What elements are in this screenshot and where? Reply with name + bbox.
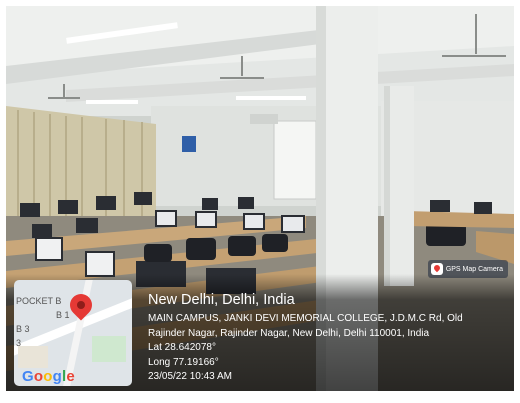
google-letter: G: [22, 368, 34, 385]
map-label-b3: B 3: [16, 324, 30, 334]
map-label-3: 3: [16, 338, 22, 348]
location-text: New Delhi, Delhi, India MAIN CAMPUS, JAN…: [148, 292, 508, 385]
map-thumbnail: POCKET B B 1 B 3 3 Google: [14, 280, 132, 386]
photo-frame: GPS Map Camera POCKET B B 1 B 3 3 Google…: [6, 6, 514, 391]
gps-map-camera-label: GPS Map Camera: [445, 265, 503, 273]
google-letter: e: [66, 368, 75, 385]
map-label-b1: B 1: [56, 310, 70, 320]
map-label-pocket: POCKET B: [16, 296, 62, 306]
google-logo: Google: [22, 368, 75, 385]
datetime: 23/05/22 10:43 AM: [148, 371, 232, 382]
address-line-1: MAIN CAMPUS, JANKI DEVI MEMORIAL COLLEGE…: [148, 313, 463, 324]
google-letter: o: [33, 368, 44, 385]
address-line-2: Rajinder Nagar, Rajinder Nagar, New Delh…: [148, 327, 430, 339]
latitude: Lat 28.642078°: [148, 342, 216, 353]
city-title: New Delhi, Delhi, India: [148, 292, 295, 308]
google-letter: g: [52, 368, 62, 385]
longitude: Long 77.19166°: [148, 356, 219, 368]
location-info-panel: POCKET B B 1 B 3 3 Google New Delhi, Del…: [6, 274, 514, 391]
google-letter: o: [43, 368, 53, 385]
